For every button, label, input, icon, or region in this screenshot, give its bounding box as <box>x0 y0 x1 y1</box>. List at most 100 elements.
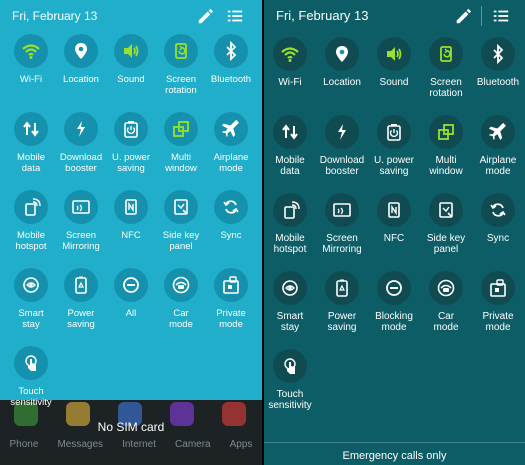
toggle-touch-sensitivity[interactable]: Touch sensitivity <box>264 349 316 411</box>
toggle-mobile-hotspot[interactable]: Mobile hotspot <box>5 190 57 252</box>
private-mode-icon[interactable] <box>214 268 248 302</box>
toggle-location[interactable]: Location <box>316 37 368 88</box>
bluetooth-icon[interactable] <box>481 37 515 71</box>
toggle-multi-window[interactable]: Multi window <box>155 112 207 174</box>
sync-icon[interactable] <box>214 190 248 224</box>
dock-label-phone: Phone <box>9 439 39 450</box>
hotspot-icon[interactable] <box>14 190 48 224</box>
toggle-car-mode[interactable]: Car mode <box>155 268 207 330</box>
toggle-smart-stay[interactable]: Smart stay <box>264 271 316 333</box>
toggle-screen-rotation[interactable]: Screen rotation <box>155 34 207 96</box>
toggle-airplane-mode[interactable]: Airplane mode <box>205 112 257 174</box>
toggle-label: Screen rotation <box>165 74 197 96</box>
toggle-screen-mirroring[interactable]: Screen Mirroring <box>55 190 107 252</box>
toggle-bluetooth[interactable]: Bluetooth <box>205 34 257 85</box>
private-mode-icon[interactable] <box>481 271 515 305</box>
sound-icon[interactable] <box>377 37 411 71</box>
toggle-private-mode[interactable]: Private mode <box>472 271 524 333</box>
toggle-screen-mirroring[interactable]: Screen Mirroring <box>316 193 368 255</box>
toggle-touch-sensitivity[interactable]: Touch sensitivity <box>5 346 57 408</box>
toggle-label: NFC <box>383 233 405 244</box>
toggle-mobile-data[interactable]: Mobile data <box>264 115 316 177</box>
smart-stay-icon[interactable] <box>273 271 307 305</box>
toggle-sound[interactable]: Sound <box>105 34 157 85</box>
sync-icon[interactable] <box>481 193 515 227</box>
toggle-car-mode[interactable]: Car mode <box>420 271 472 333</box>
download-booster-icon[interactable] <box>64 112 98 146</box>
toggle-side-key-panel[interactable]: Side key panel <box>420 193 472 255</box>
toggle-screen-rotation[interactable]: Screen rotation <box>420 37 472 99</box>
screen-mirroring-icon[interactable] <box>64 190 98 224</box>
screen-rotation-icon[interactable] <box>429 37 463 71</box>
minus-circle-icon[interactable] <box>114 268 148 302</box>
hotspot-icon[interactable] <box>273 193 307 227</box>
smart-stay-icon[interactable] <box>14 268 48 302</box>
toggle-sync[interactable]: Sync <box>472 193 524 244</box>
sound-icon[interactable] <box>114 34 148 68</box>
toggle-bluetooth[interactable]: Bluetooth <box>472 37 524 88</box>
toggle-smart-stay[interactable]: Smart stay <box>5 268 57 330</box>
dock-label-messages: Messages <box>57 439 104 450</box>
toggle-all[interactable]: All <box>105 268 157 319</box>
recycle-icon[interactable] <box>325 271 359 305</box>
toggle-sound[interactable]: Sound <box>368 37 420 88</box>
screen-rotation-icon[interactable] <box>164 34 198 68</box>
power-saving-icon[interactable] <box>377 115 411 149</box>
toggle-label: Private mode <box>216 308 246 330</box>
nfc-icon[interactable] <box>114 190 148 224</box>
edit-pencil-icon[interactable] <box>196 7 214 25</box>
toggle-blocking-mode[interactable]: Blocking mode <box>368 271 420 333</box>
side-key-panel-icon[interactable] <box>429 193 463 227</box>
toggle-u-power-saving[interactable]: U. power saving <box>105 112 157 174</box>
multi-window-icon[interactable] <box>429 115 463 149</box>
wifi-icon[interactable] <box>273 37 307 71</box>
toggle-location[interactable]: Location <box>55 34 107 85</box>
toggle-u-power-saving[interactable]: U. power saving <box>368 115 420 177</box>
toggle-download-booster[interactable]: Download booster <box>55 112 107 174</box>
toggle-wi-fi[interactable]: Wi-Fi <box>5 34 57 85</box>
toggle-multi-window[interactable]: Multi window <box>420 115 472 177</box>
download-booster-icon[interactable] <box>325 115 359 149</box>
location-icon[interactable] <box>64 34 98 68</box>
wifi-icon[interactable] <box>14 34 48 68</box>
screen-mirroring-icon[interactable] <box>325 193 359 227</box>
airplane-icon[interactable] <box>481 115 515 149</box>
list-menu-icon[interactable] <box>492 7 510 25</box>
car-mode-icon[interactable] <box>164 268 198 302</box>
toggle-mobile-data[interactable]: Mobile data <box>5 112 57 174</box>
toggle-label: Side key panel <box>162 230 200 252</box>
location-icon[interactable] <box>325 37 359 71</box>
toggle-side-key-panel[interactable]: Side key panel <box>155 190 207 252</box>
toggle-mobile-hotspot[interactable]: Mobile hotspot <box>264 193 316 255</box>
power-saving-icon[interactable] <box>114 112 148 146</box>
toggle-label: Smart stay <box>276 311 304 333</box>
footer-divider <box>264 442 525 443</box>
recycle-icon[interactable] <box>64 268 98 302</box>
car-mode-icon[interactable] <box>429 271 463 305</box>
touch-icon[interactable] <box>14 346 48 380</box>
toggle-private-mode[interactable]: Private mode <box>205 268 257 330</box>
multi-window-icon[interactable] <box>164 112 198 146</box>
airplane-icon[interactable] <box>214 112 248 146</box>
dock-label-apps: Apps <box>229 439 253 450</box>
toggle-label: Sync <box>220 230 242 241</box>
edit-pencil-icon[interactable] <box>454 7 472 25</box>
toggle-download-booster[interactable]: Download booster <box>316 115 368 177</box>
toggle-sync[interactable]: Sync <box>205 190 257 241</box>
toggle-nfc[interactable]: NFC <box>105 190 157 241</box>
dock-labels: Phone Messages Internet Camera Apps <box>0 439 262 455</box>
toggle-wi-fi[interactable]: Wi-Fi <box>264 37 316 88</box>
mobile-data-icon[interactable] <box>14 112 48 146</box>
toggle-power-saving[interactable]: Power saving <box>316 271 368 333</box>
bluetooth-icon[interactable] <box>214 34 248 68</box>
toggle-airplane-mode[interactable]: Airplane mode <box>472 115 524 177</box>
toggle-label: U. power saving <box>373 155 414 177</box>
list-menu-icon[interactable] <box>226 7 244 25</box>
toggle-nfc[interactable]: NFC <box>368 193 420 244</box>
side-key-panel-icon[interactable] <box>164 190 198 224</box>
nfc-icon[interactable] <box>377 193 411 227</box>
mobile-data-icon[interactable] <box>273 115 307 149</box>
touch-icon[interactable] <box>273 349 307 383</box>
toggle-power-saving[interactable]: Power saving <box>55 268 107 330</box>
blocking-mode-icon[interactable] <box>377 271 411 305</box>
